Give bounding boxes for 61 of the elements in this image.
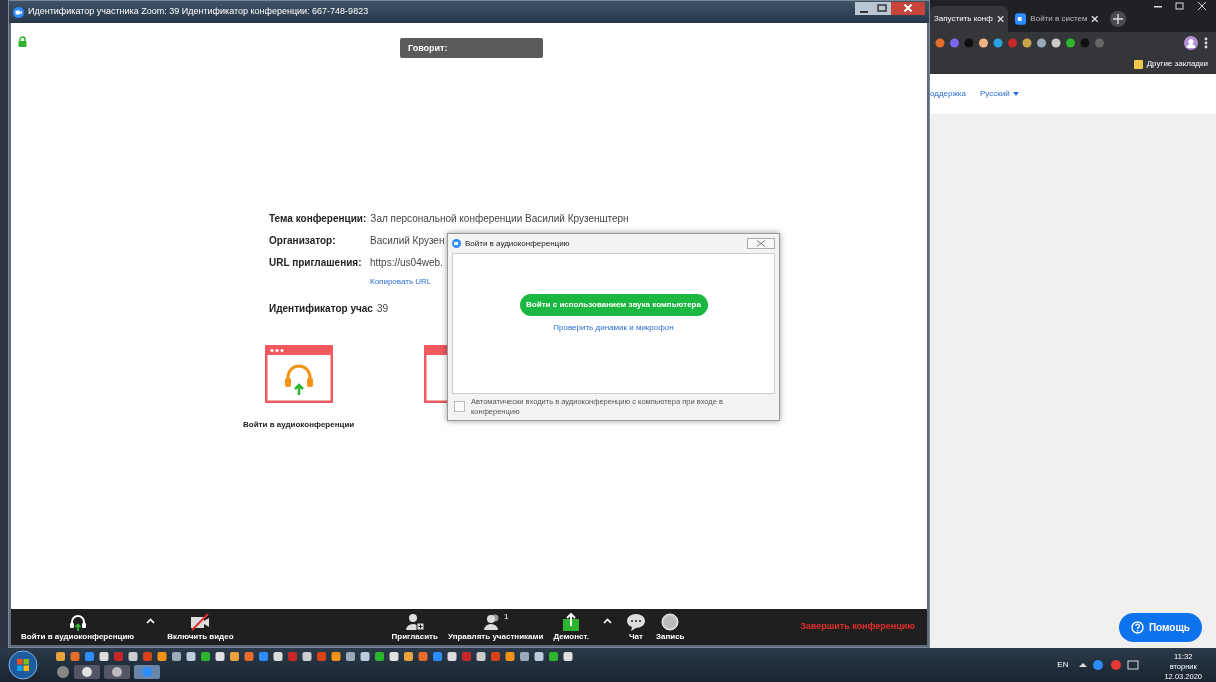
new-tab-icon[interactable] — [1110, 11, 1126, 27]
field-label: URL приглашения: — [269, 256, 363, 270]
browser-tab[interactable]: Войти в систем — [1011, 6, 1103, 32]
restore-icon[interactable] — [1174, 2, 1186, 10]
profile-avatar-icon[interactable] — [1184, 36, 1198, 50]
close-button[interactable] — [747, 238, 775, 249]
test-audio-link[interactable]: Проверить динамик и микрофон — [553, 322, 674, 334]
help-button[interactable]: Помощь — [1118, 613, 1202, 642]
participants-button[interactable]: 1 Управлять участниками — [443, 612, 548, 642]
caret-icon[interactable] — [602, 618, 612, 624]
join-audio-button[interactable]: Войти в аудиоконференцию — [17, 612, 139, 642]
chat-button[interactable]: Чат — [621, 612, 650, 642]
record-icon — [661, 612, 680, 631]
end-meeting-button[interactable]: Завершить конференцию — [794, 619, 921, 635]
share-screen-icon — [562, 612, 581, 631]
headphones-icon — [67, 612, 88, 631]
field-value: Василий Крузен — [370, 234, 445, 248]
field-value: https://us04web. — [370, 256, 443, 270]
close-icon — [756, 240, 766, 247]
camera-off-icon — [189, 612, 212, 631]
window-title: Идентификатор участника Zoom: 39 Идентификатор конференции: 667-748-9823 — [28, 5, 369, 19]
folder-icon — [1133, 59, 1143, 69]
close-icon — [904, 4, 912, 12]
speaking-indicator: Говорит: — [400, 38, 543, 58]
minimize-icon — [860, 10, 868, 13]
close-icon[interactable] — [1196, 2, 1208, 10]
field-label: Тема конференции: — [269, 212, 368, 226]
video-camera-icon — [1015, 13, 1027, 25]
close-icon[interactable] — [996, 15, 1004, 23]
field-label: Идентификатор учас — [269, 302, 374, 316]
start-video-button[interactable]: Включить видео — [163, 612, 238, 642]
start-button-icon[interactable] — [8, 650, 38, 680]
field-value: 39 — [376, 302, 389, 316]
bookmarks-folder-link[interactable]: Другие закладки — [1133, 58, 1208, 70]
minimize-button[interactable] — [855, 1, 873, 15]
share-screen-button[interactable]: Демонст. — [549, 612, 593, 642]
nav-link[interactable]: оддержка — [930, 88, 966, 100]
nav-link[interactable]: Русский — [980, 88, 1019, 100]
lock-icon — [18, 36, 27, 47]
field-label: Организатор: — [269, 234, 337, 248]
chat-bubble-icon — [625, 612, 646, 631]
add-person-icon — [404, 612, 425, 631]
dialog-title: Войти в аудиоконференцию — [465, 237, 570, 250]
caret-icon[interactable] — [146, 618, 156, 624]
app-logo-icon — [13, 6, 24, 18]
invite-button[interactable]: Пригласить — [387, 612, 442, 642]
join-audio-tile[interactable]: Войти в аудиоконференции — [243, 345, 355, 431]
browser-tab[interactable]: Запустить конф — [930, 6, 1008, 32]
field-value: Зал персональной конференции Василий Крузенштерн — [370, 212, 629, 226]
maximize-button[interactable] — [873, 1, 891, 15]
copy-url-link[interactable]: Копировать URL — [370, 276, 432, 288]
close-icon[interactable] — [1091, 15, 1099, 23]
record-button[interactable]: Запись — [651, 612, 689, 642]
quick-launch-icons-drawing[interactable] — [56, 651, 576, 661]
participant-count: 1 — [503, 612, 509, 622]
checkbox[interactable] — [454, 401, 465, 412]
question-icon — [1130, 621, 1144, 634]
menu-icon[interactable] — [1204, 37, 1208, 49]
close-button[interactable] — [891, 1, 925, 15]
language-indicator[interactable]: EN — [1057, 659, 1069, 671]
app-logo-icon — [452, 239, 461, 248]
